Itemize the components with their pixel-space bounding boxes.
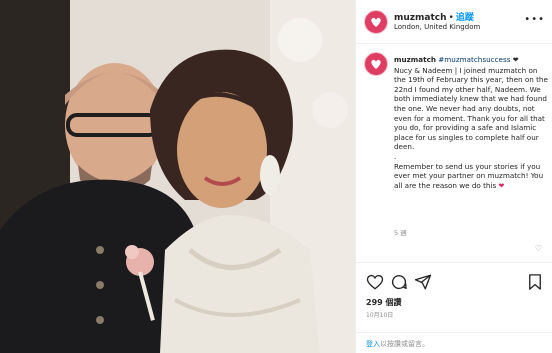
caption-username[interactable]: muzmatch bbox=[394, 55, 436, 64]
comment-icon[interactable] bbox=[390, 273, 408, 291]
caption-body: Nucy & Nadeem | I joined muzmatch on the… bbox=[394, 65, 548, 190]
avatar[interactable] bbox=[364, 10, 388, 34]
muzmatch-logo-icon bbox=[371, 17, 381, 27]
post-photo bbox=[0, 0, 355, 353]
post-header: muzmatch • 追蹤 London, United Kingdom ••• bbox=[356, 0, 552, 44]
caption-like-icon[interactable]: ♡ bbox=[535, 244, 542, 253]
login-link[interactable]: 登入 bbox=[366, 340, 380, 348]
caption-hashtag[interactable]: #muzmatchsuccess bbox=[438, 55, 510, 64]
heart-icon[interactable] bbox=[366, 273, 384, 291]
caption-avatar[interactable] bbox=[364, 52, 388, 76]
likes-count[interactable]: 299 個讚 bbox=[366, 297, 402, 308]
follow-button[interactable]: 追蹤 bbox=[456, 13, 474, 23]
likes-label: 個讚 bbox=[385, 298, 402, 307]
post-date: 10月10日 bbox=[366, 312, 394, 319]
heart-emoji-icon: ❤ bbox=[512, 56, 519, 64]
heart-emoji-icon: ❤ bbox=[498, 181, 505, 190]
bookmark-icon[interactable] bbox=[526, 273, 544, 291]
post-actions: 299 個讚 10月10日 bbox=[356, 262, 552, 332]
post-details-panel: muzmatch • 追蹤 London, United Kingdom ••• m… bbox=[355, 0, 552, 353]
caption-text: muzmatch #muzmatchsuccess ❤ Nucy & Nadee… bbox=[394, 55, 550, 191]
likes-number: 299 bbox=[366, 298, 383, 307]
share-icon[interactable] bbox=[414, 273, 432, 291]
more-icon[interactable]: ••• bbox=[524, 14, 545, 25]
caption-relative-time: 5 週 bbox=[394, 229, 407, 237]
login-prompt-text: 以按讚或留言。 bbox=[380, 340, 429, 348]
login-prompt: 登入以按讚或留言。 bbox=[356, 332, 552, 353]
post-location[interactable]: London, United Kingdom bbox=[394, 23, 480, 31]
post-username-row: muzmatch • 追蹤 bbox=[394, 13, 474, 23]
post-username[interactable]: muzmatch bbox=[394, 13, 447, 23]
couple-photo-illustration bbox=[0, 0, 355, 353]
muzmatch-logo-icon bbox=[371, 59, 381, 69]
